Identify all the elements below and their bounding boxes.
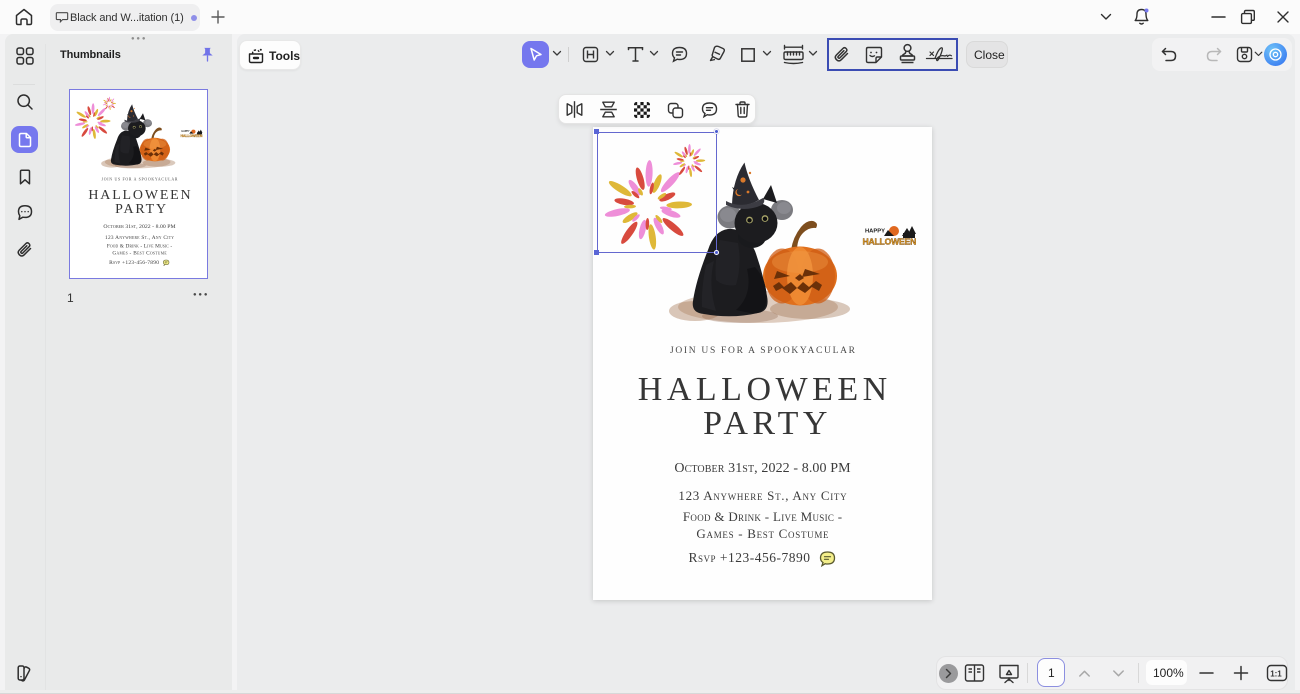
svg-text:1:1: 1:1 bbox=[1270, 670, 1282, 679]
